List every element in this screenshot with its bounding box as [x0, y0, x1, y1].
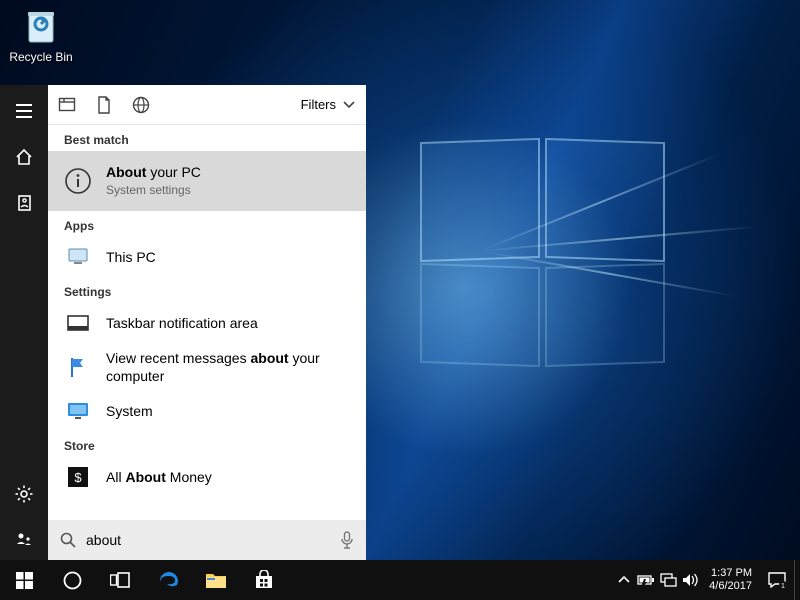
- result-label: Taskbar notification area: [106, 314, 350, 332]
- result-subtitle: System settings: [106, 181, 350, 199]
- result-recent-messages[interactable]: View recent messages about your computer: [48, 343, 366, 391]
- result-about-your-pc[interactable]: About your PC System settings: [48, 151, 366, 211]
- section-apps: Apps: [48, 211, 366, 237]
- volume-icon[interactable]: [679, 560, 701, 600]
- chevron-down-icon: [342, 100, 356, 110]
- search-rail: [0, 85, 48, 560]
- result-title-rest: your PC: [146, 164, 200, 180]
- tray-overflow-icon[interactable]: [613, 560, 635, 600]
- filters-button[interactable]: Filters: [301, 97, 356, 112]
- recycle-bin-label: Recycle Bin: [4, 50, 78, 64]
- file-explorer-button[interactable]: [192, 560, 240, 600]
- microphone-icon[interactable]: [340, 531, 354, 549]
- search-results-pane: Filters Best match About your PC System …: [48, 85, 366, 560]
- recycle-bin[interactable]: Recycle Bin: [4, 4, 78, 64]
- hamburger-icon[interactable]: [0, 91, 48, 131]
- result-this-pc[interactable]: This PC: [48, 237, 366, 277]
- svg-text:$: $: [74, 470, 82, 485]
- section-store: Store: [48, 431, 366, 457]
- search-scope-row: Filters: [48, 85, 366, 125]
- filters-label: Filters: [301, 97, 336, 112]
- result-title-bold: About: [106, 164, 146, 180]
- network-icon[interactable]: [657, 560, 679, 600]
- result-taskbar-notification-area[interactable]: Taskbar notification area: [48, 303, 366, 343]
- search-panel: Filters Best match About your PC System …: [0, 85, 366, 560]
- search-icon: [60, 532, 76, 548]
- store-app-icon: $: [64, 466, 92, 488]
- edge-button[interactable]: [144, 560, 192, 600]
- show-desktop-button[interactable]: [794, 560, 800, 600]
- section-settings: Settings: [48, 277, 366, 303]
- search-input[interactable]: [86, 532, 330, 548]
- store-button[interactable]: [240, 560, 288, 600]
- notebook-icon[interactable]: [0, 183, 48, 223]
- result-label-bold: About: [125, 469, 165, 485]
- battery-icon[interactable]: [635, 560, 657, 600]
- result-system[interactable]: System: [48, 391, 366, 431]
- scope-documents-icon[interactable]: [96, 96, 112, 114]
- result-label-post: Money: [166, 469, 212, 485]
- feedback-icon[interactable]: [0, 520, 48, 560]
- task-view-button[interactable]: [96, 560, 144, 600]
- result-label: This PC: [106, 248, 350, 266]
- search-box[interactable]: [48, 520, 366, 560]
- this-pc-icon: [64, 247, 92, 267]
- settings-gear-icon[interactable]: [0, 474, 48, 514]
- svg-text:1: 1: [781, 583, 785, 588]
- result-label-bold: about: [250, 350, 288, 366]
- result-label: System: [106, 402, 350, 420]
- scope-apps-icon[interactable]: [58, 96, 76, 114]
- cortana-button[interactable]: [48, 560, 96, 600]
- clock-date: 4/6/2017: [709, 580, 752, 593]
- clock-time: 1:37 PM: [709, 567, 752, 580]
- action-center-icon[interactable]: 1: [760, 560, 794, 600]
- result-label-pre: All: [106, 469, 125, 485]
- scope-web-icon[interactable]: [132, 96, 150, 114]
- monitor-icon: [64, 402, 92, 420]
- taskbar-clock[interactable]: 1:37 PM 4/6/2017: [701, 567, 760, 593]
- home-icon[interactable]: [0, 137, 48, 177]
- recycle-bin-icon: [20, 4, 62, 46]
- flag-icon: [64, 356, 92, 378]
- taskbar-icon: [64, 315, 92, 331]
- taskbar: 1:37 PM 4/6/2017 1: [0, 560, 800, 600]
- info-icon: [64, 167, 92, 195]
- section-best-match: Best match: [48, 125, 366, 151]
- start-button[interactable]: [0, 560, 48, 600]
- result-label-pre: View recent messages: [106, 350, 250, 366]
- result-all-about-money[interactable]: $ All About Money: [48, 457, 366, 497]
